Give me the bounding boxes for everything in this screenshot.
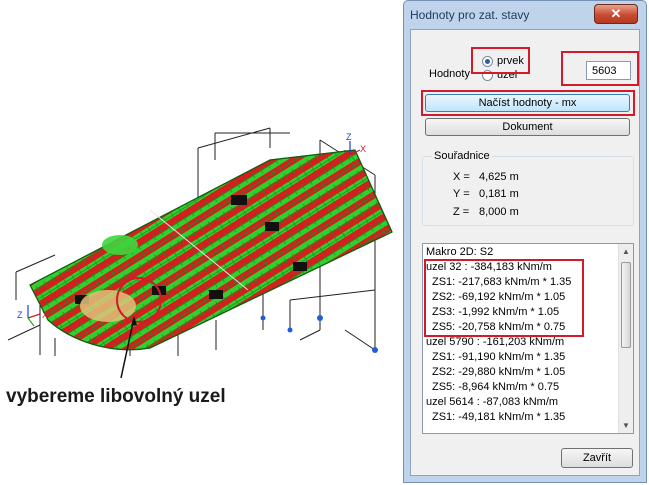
- values-dialog: Hodnoty pro zat. stavy ✕ Hodnoty prvek u…: [403, 0, 647, 483]
- list-scrollbar[interactable]: ▲ ▼: [618, 244, 633, 433]
- coord-y-label: Y =: [453, 188, 470, 200]
- coord-z-label: Z =: [453, 206, 470, 218]
- dialog-client: Hodnoty prvek uzel 5603 Načíst hodnoty -…: [410, 29, 640, 476]
- axis-label-x1: X: [360, 144, 366, 154]
- window-close-button[interactable]: ✕: [594, 4, 638, 24]
- list-item[interactable]: ZS5: -8,964 kNm/m * 0.75: [432, 381, 559, 393]
- list-item[interactable]: ZS1: -49,181 kNm/m * 1.35: [432, 411, 565, 423]
- highlight-load-button: [421, 90, 635, 116]
- axis-label-z1: Z: [346, 132, 352, 142]
- axis-triad-left: [27, 305, 41, 327]
- list-item[interactable]: uzel 5614 : -87,083 kNm/m: [426, 396, 558, 408]
- coordinates-title: Souřadnice: [432, 150, 492, 162]
- highlight-element-number: [561, 51, 639, 86]
- highlight-node-values: [424, 259, 584, 337]
- model-view[interactable]: Z X Z X vybereme libovolný uzel: [0, 0, 405, 485]
- dialog-titlebar[interactable]: Hodnoty pro zat. stavy ✕: [404, 1, 646, 29]
- coord-x-label: X =: [453, 171, 470, 183]
- list-item[interactable]: uzel 5790 : -161,203 kNm/m: [426, 336, 564, 348]
- coord-x-value: 4,625 m: [479, 171, 519, 183]
- list-item[interactable]: ZS1: -91,190 kNm/m * 1.35: [432, 351, 565, 363]
- axis-label-x2: X: [42, 310, 48, 320]
- scroll-thumb[interactable]: [621, 262, 631, 348]
- model-canvas[interactable]: Z X Z X: [0, 0, 405, 485]
- document-button[interactable]: Dokument: [425, 118, 630, 136]
- caption-text: vybereme libovolný uzel: [6, 386, 226, 407]
- highlight-radio: [471, 47, 530, 74]
- axis-label-z2: Z: [17, 310, 23, 320]
- list-item[interactable]: Makro 2D: S2: [426, 246, 493, 258]
- close-button[interactable]: Zavřít: [561, 448, 633, 468]
- coord-y-value: 0,181 m: [479, 188, 519, 200]
- dialog-title: Hodnoty pro zat. stavy: [410, 8, 530, 22]
- scroll-up-icon[interactable]: ▲: [622, 247, 630, 256]
- hodnoty-label: Hodnoty: [429, 68, 470, 80]
- scroll-down-icon[interactable]: ▼: [622, 421, 630, 430]
- list-item[interactable]: ZS2: -29,880 kNm/m * 1.05: [432, 366, 565, 378]
- coord-z-value: 8,000 m: [479, 206, 519, 218]
